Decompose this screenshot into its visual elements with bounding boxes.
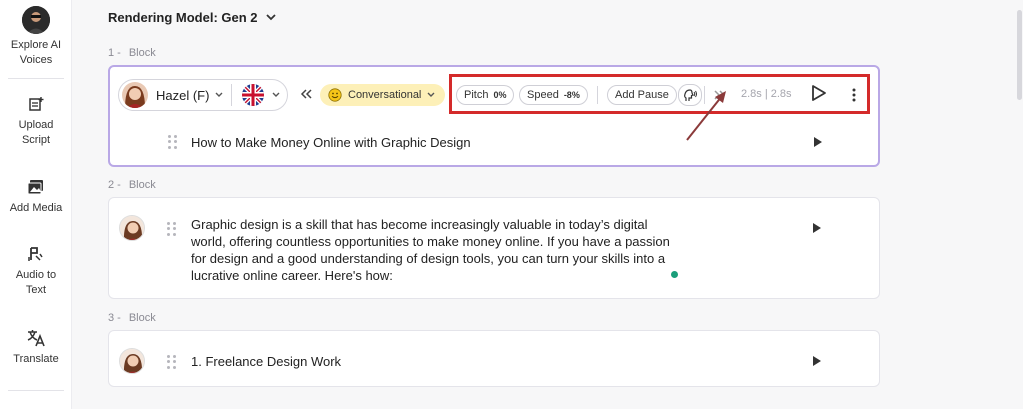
block-text[interactable]: How to Make Money Online with Graphic De… [191, 134, 471, 151]
pitch-value: 0% [493, 90, 507, 100]
voice-selector[interactable]: Hazel (F) [118, 79, 288, 111]
play-icon[interactable] [811, 84, 827, 102]
block-label: 2 - Block [108, 179, 156, 191]
sidebar-item-label: Upload Script [18, 119, 54, 146]
audio-to-text-icon [26, 244, 46, 264]
divider [231, 84, 233, 106]
drag-handle[interactable] [167, 355, 177, 369]
sidebar-item-explore-voices[interactable]: Explore AI Voices [0, 6, 72, 68]
uk-flag-icon [242, 84, 265, 106]
smiley-icon [328, 88, 342, 102]
add-media-icon [26, 177, 46, 197]
divider [597, 86, 598, 104]
more-options-icon[interactable] [852, 88, 856, 102]
chevron-down-icon [265, 14, 276, 21]
block-card-3[interactable]: 1. Freelance Design Work [108, 330, 880, 387]
sidebar-item-label: Translate [13, 353, 59, 365]
play-block-icon[interactable] [813, 356, 821, 366]
annotation-arrow-icon [686, 91, 726, 141]
user-avatar-icon [22, 6, 50, 34]
sidebar-item-add-media[interactable]: Add Media [0, 177, 72, 216]
play-block-icon[interactable] [813, 223, 821, 233]
collapse-toolbar-icon[interactable] [300, 89, 312, 99]
block-text[interactable]: Graphic design is a skill that has becom… [191, 216, 670, 284]
sidebar-divider [8, 78, 64, 79]
block-text[interactable]: 1. Freelance Design Work [191, 353, 341, 370]
timing-readout: 2.8s | 2.8s [741, 88, 792, 100]
drag-handle[interactable] [167, 222, 177, 236]
rendering-model-dropdown[interactable]: Rendering Model: Gen 2 [108, 10, 276, 25]
sidebar-item-label: Add Media [9, 202, 63, 214]
block-card-2[interactable]: Graphic design is a skill that has becom… [108, 197, 880, 299]
translate-icon [26, 328, 46, 348]
speed-value: -8% [563, 90, 580, 100]
voice-name: Hazel (F) [156, 87, 210, 103]
sidebar-item-upload-script[interactable]: Upload Script [0, 94, 72, 148]
sidebar-item-audio-to-text[interactable]: Audio to Text [0, 244, 72, 298]
upload-script-icon [26, 94, 46, 114]
drag-handle[interactable] [168, 135, 178, 149]
pitch-control[interactable]: Pitch 0% [456, 85, 515, 105]
play-block-icon[interactable] [814, 137, 822, 147]
chevron-down-icon [272, 92, 280, 97]
voice-avatar [119, 215, 145, 241]
chevron-down-icon [215, 92, 223, 97]
editor-main: Rendering Model: Gen 2 1 - Block Hazel (F… [72, 0, 1023, 409]
rendering-model-label: Rendering Model: Gen 2 [108, 10, 258, 25]
add-pause-button[interactable]: Add Pause [607, 85, 677, 105]
block-label: 1 - Block [108, 47, 156, 59]
block-card-1[interactable]: Hazel (F) Conversational Pitch 0% Speed -8… [108, 65, 880, 167]
sidebar: Explore AI Voices Upload Script Add Medi… [0, 0, 72, 409]
voice-avatar [119, 348, 145, 374]
tone-selector[interactable]: Conversational [320, 84, 446, 106]
sidebar-item-translate[interactable]: Translate [0, 328, 72, 367]
chevron-down-icon [427, 92, 435, 97]
tone-label: Conversational [348, 89, 422, 101]
voice-avatar [122, 82, 148, 108]
scrollbar[interactable] [1017, 10, 1022, 100]
sidebar-item-label: Explore AI Voices [10, 39, 62, 66]
sidebar-item-label: Audio to Text [15, 269, 57, 296]
block-label: 3 - Block [108, 312, 156, 324]
speed-control[interactable]: Speed -8% [519, 85, 588, 105]
status-dot [671, 271, 678, 278]
sidebar-divider [8, 390, 64, 391]
